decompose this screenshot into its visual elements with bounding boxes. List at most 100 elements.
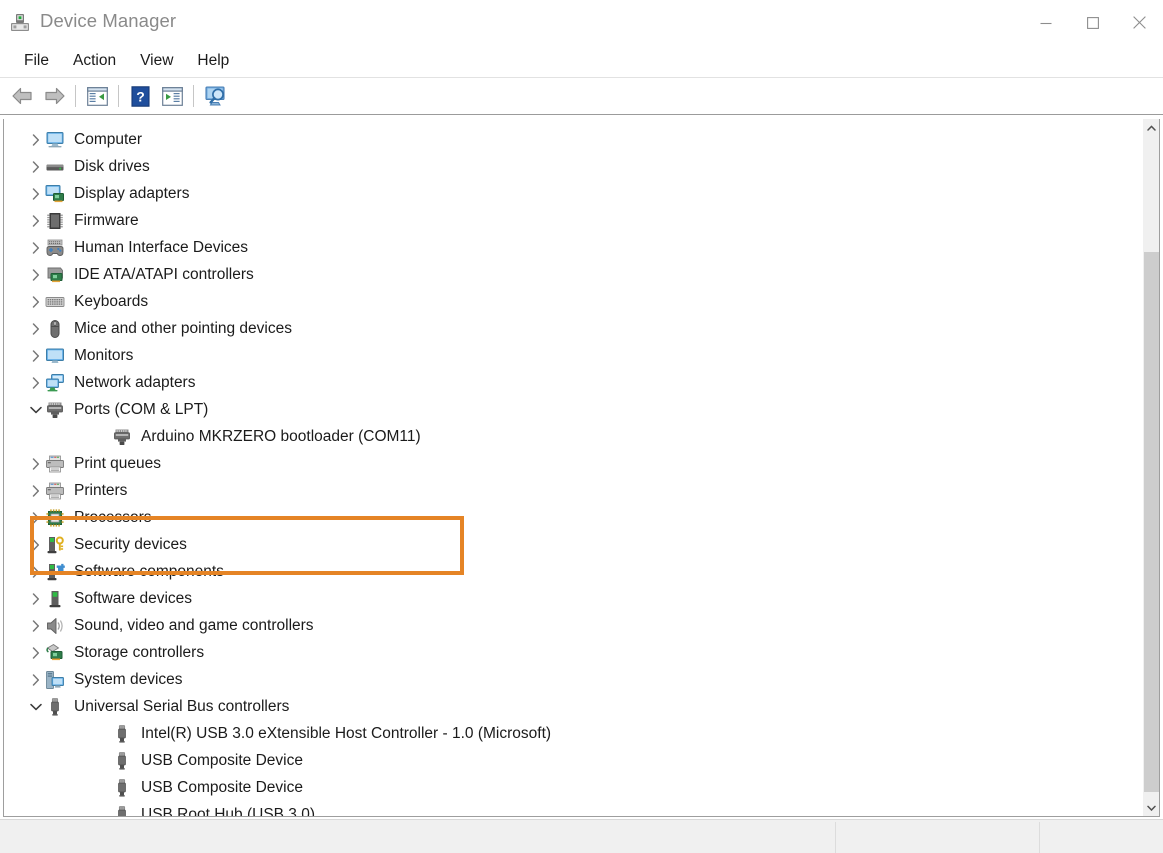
- tree-row[interactable]: Print queues: [4, 450, 1141, 477]
- help-button[interactable]: ?: [124, 81, 156, 111]
- tree-row[interactable]: Storage controllers: [4, 639, 1141, 666]
- tree-row[interactable]: USB Composite Device: [4, 774, 1141, 801]
- maximize-button[interactable]: [1069, 0, 1116, 45]
- chevron-right-icon: [32, 350, 40, 362]
- minimize-button[interactable]: [1022, 0, 1069, 45]
- tree-row[interactable]: Arduino MKRZERO bootloader (COM11): [4, 423, 1141, 450]
- tree-expander-none: [94, 423, 112, 450]
- tree-row[interactable]: USB Root Hub (USB 3.0): [4, 801, 1141, 816]
- tree-expander[interactable]: [27, 315, 45, 342]
- tree-row[interactable]: Software devices: [4, 585, 1141, 612]
- tree-expander[interactable]: [27, 693, 45, 720]
- tree-row[interactable]: Network adapters: [4, 369, 1141, 396]
- port-connector-icon: [112, 427, 132, 447]
- tree-expander[interactable]: [27, 504, 45, 531]
- vertical-scrollbar[interactable]: [1142, 119, 1159, 816]
- window-controls: [1022, 0, 1163, 45]
- tree-expander[interactable]: [27, 585, 45, 612]
- tree-row-label: Storage controllers: [74, 645, 204, 661]
- show-hide-console-tree-button[interactable]: [81, 81, 113, 111]
- tree-expander[interactable]: [27, 666, 45, 693]
- tree-expander[interactable]: [27, 612, 45, 639]
- tree-row[interactable]: Printers: [4, 477, 1141, 504]
- chevron-right-icon: [32, 485, 40, 497]
- close-button[interactable]: [1116, 0, 1163, 45]
- device-tree-panel: Computer Disk drives Display adapters Fi…: [3, 119, 1160, 817]
- toolbar-separator: [193, 85, 194, 107]
- tree-row[interactable]: Computer: [4, 126, 1141, 153]
- tree-expander[interactable]: [27, 180, 45, 207]
- chevron-right-icon: [32, 620, 40, 632]
- chevron-down-icon: [1147, 805, 1156, 811]
- tree-row[interactable]: Ports (COM & LPT): [4, 396, 1141, 423]
- tree-row-label: USB Composite Device: [141, 780, 303, 796]
- tree-row-label: Arduino MKRZERO bootloader (COM11): [141, 429, 421, 445]
- tree-row[interactable]: Universal Serial Bus controllers: [4, 693, 1141, 720]
- menu-item-action[interactable]: Action: [62, 50, 127, 73]
- tree-expander[interactable]: [27, 558, 45, 585]
- close-icon: [1133, 16, 1146, 29]
- scan-hardware-icon: [203, 85, 228, 107]
- menu-item-help[interactable]: Help: [186, 50, 240, 73]
- tree-row[interactable]: Human Interface Devices: [4, 234, 1141, 261]
- tree-row[interactable]: IDE ATA/ATAPI controllers: [4, 261, 1141, 288]
- properties-button[interactable]: [156, 81, 188, 111]
- usb-icon: [112, 751, 132, 771]
- tree-expander[interactable]: [27, 126, 45, 153]
- chevron-right-icon: [32, 296, 40, 308]
- speaker-icon: [45, 616, 65, 636]
- network-adapter-icon: [45, 373, 65, 393]
- tree-expander[interactable]: [27, 531, 45, 558]
- scan-for-hardware-changes-button[interactable]: [199, 81, 231, 111]
- tree-row-label: Disk drives: [74, 159, 150, 175]
- tree-row[interactable]: Disk drives: [4, 153, 1141, 180]
- tree-expander[interactable]: [27, 639, 45, 666]
- tree-expander[interactable]: [27, 153, 45, 180]
- system-device-icon: [45, 670, 65, 690]
- tree-row[interactable]: Display adapters: [4, 180, 1141, 207]
- back-button[interactable]: [6, 81, 38, 111]
- menu-item-file[interactable]: File: [13, 50, 60, 73]
- scroll-down-button[interactable]: [1143, 799, 1159, 816]
- menu-bar: File Action View Help: [0, 45, 1163, 78]
- tree-expander[interactable]: [27, 261, 45, 288]
- maximize-icon: [1087, 17, 1099, 29]
- tree-row-label: USB Composite Device: [141, 753, 303, 769]
- tree-row[interactable]: Intel(R) USB 3.0 eXtensible Host Control…: [4, 720, 1141, 747]
- tree-expander[interactable]: [27, 288, 45, 315]
- tree-row[interactable]: Monitors: [4, 342, 1141, 369]
- tree-row[interactable]: Sound, video and game controllers: [4, 612, 1141, 639]
- tree-row[interactable]: USB Composite Device: [4, 747, 1141, 774]
- ide-controller-icon: [45, 265, 65, 285]
- tree-expander[interactable]: [27, 477, 45, 504]
- tree-expander[interactable]: [27, 396, 45, 423]
- chevron-right-icon: [32, 323, 40, 335]
- tree-row[interactable]: Processors: [4, 504, 1141, 531]
- mouse-icon: [45, 319, 65, 339]
- tree-expander[interactable]: [27, 234, 45, 261]
- tree-row-label: Display adapters: [74, 186, 189, 202]
- properties-icon: [162, 87, 183, 106]
- monitor-icon: [45, 346, 65, 366]
- tree-expander[interactable]: [27, 369, 45, 396]
- tree-row-label: Print queues: [74, 456, 161, 472]
- scroll-up-button[interactable]: [1143, 119, 1159, 136]
- tree-row[interactable]: System devices: [4, 666, 1141, 693]
- tree-expander[interactable]: [27, 207, 45, 234]
- tree-row[interactable]: Mice and other pointing devices: [4, 315, 1141, 342]
- device-tree[interactable]: Computer Disk drives Display adapters Fi…: [4, 119, 1141, 816]
- tree-row-label: Printers: [74, 483, 127, 499]
- help-question-icon: ?: [131, 86, 150, 107]
- computer-icon: [45, 130, 65, 150]
- tree-row[interactable]: Firmware: [4, 207, 1141, 234]
- hid-gamepad-icon: [45, 238, 65, 258]
- forward-button[interactable]: [38, 81, 70, 111]
- chevron-right-icon: [32, 161, 40, 173]
- menu-item-view[interactable]: View: [129, 50, 184, 73]
- tree-row[interactable]: Security devices: [4, 531, 1141, 558]
- tree-expander[interactable]: [27, 342, 45, 369]
- tree-row[interactable]: Keyboards: [4, 288, 1141, 315]
- scrollbar-thumb[interactable]: [1144, 252, 1159, 792]
- tree-row[interactable]: Software components: [4, 558, 1141, 585]
- tree-expander[interactable]: [27, 450, 45, 477]
